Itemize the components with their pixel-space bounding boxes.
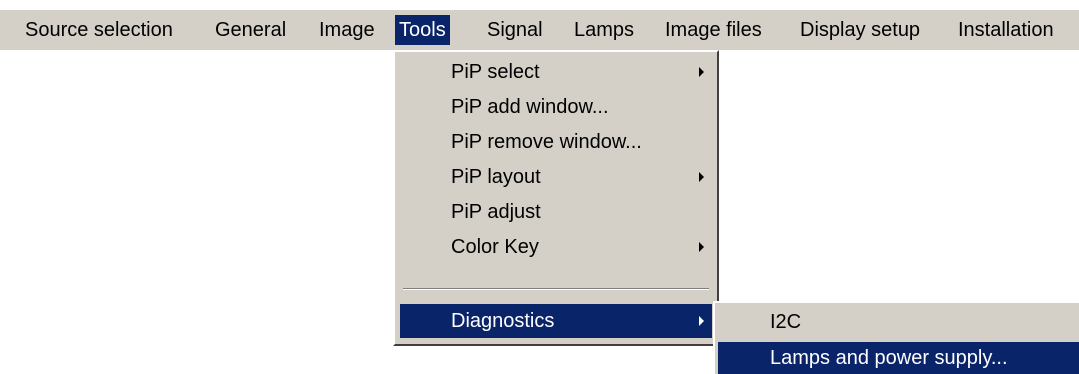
menu-tools[interactable]: Tools bbox=[395, 15, 450, 45]
menu-item-label: PiP select bbox=[451, 61, 540, 83]
menu-bar: Source selection General Image Tools Sig… bbox=[0, 10, 1079, 50]
menu-image[interactable]: Image bbox=[319, 15, 375, 45]
submenu-item-label: I2C bbox=[770, 311, 802, 333]
menu-item-pip-adjust[interactable]: PiP adjust bbox=[400, 195, 712, 229]
menu-item-pip-select[interactable]: PiP select bbox=[400, 55, 712, 89]
triangle-right-icon bbox=[699, 316, 704, 326]
menu-item-pip-remove-window[interactable]: PiP remove window... bbox=[400, 125, 712, 159]
menu-installation[interactable]: Installation bbox=[958, 15, 1054, 45]
menu-item-label: PiP remove window... bbox=[451, 131, 642, 153]
menu-item-label: PiP add window... bbox=[451, 96, 609, 118]
diagnostics-submenu: I2C Lamps and power supply... bbox=[713, 301, 1079, 374]
menu-item-color-key[interactable]: Color Key bbox=[400, 230, 712, 264]
menu-item-pip-layout[interactable]: PiP layout bbox=[400, 160, 712, 194]
submenu-item-lamps-power-supply[interactable]: Lamps and power supply... bbox=[718, 342, 1079, 374]
menu-lamps[interactable]: Lamps bbox=[574, 15, 634, 45]
menu-item-label: PiP layout bbox=[451, 166, 541, 188]
menu-separator bbox=[403, 288, 709, 290]
triangle-right-icon bbox=[699, 67, 704, 77]
menu-item-diagnostics[interactable]: Diagnostics bbox=[400, 304, 712, 338]
submenu-item-i2c[interactable]: I2C bbox=[718, 306, 1079, 338]
menu-item-label: Color Key bbox=[451, 236, 539, 258]
menu-signal[interactable]: Signal bbox=[487, 15, 543, 45]
menu-item-label: Diagnostics bbox=[451, 310, 555, 332]
tools-menu: PiP select PiP add window... PiP remove … bbox=[393, 50, 719, 346]
menu-display-setup[interactable]: Display setup bbox=[800, 15, 920, 45]
submenu-item-label: Lamps and power supply... bbox=[770, 347, 1008, 369]
menu-item-pip-add-window[interactable]: PiP add window... bbox=[400, 90, 712, 124]
menu-general[interactable]: General bbox=[215, 15, 286, 45]
menu-source-selection[interactable]: Source selection bbox=[25, 15, 173, 45]
menu-image-files[interactable]: Image files bbox=[665, 15, 762, 45]
triangle-right-icon bbox=[699, 242, 704, 252]
menu-item-label: PiP adjust bbox=[451, 201, 541, 223]
triangle-right-icon bbox=[699, 172, 704, 182]
